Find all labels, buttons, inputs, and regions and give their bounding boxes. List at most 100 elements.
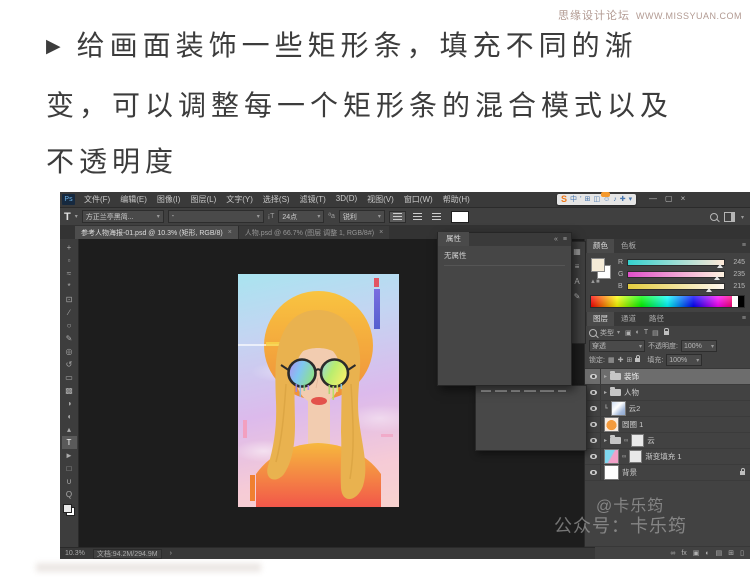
black-chip[interactable] [738,296,744,307]
character-panel-icon[interactable]: A [574,277,579,286]
layer-row[interactable]: ▸ ∞ 云 [585,433,750,449]
slider-track[interactable] [627,271,725,278]
lock-all-icon[interactable] [635,358,640,362]
menu-item[interactable]: 选择(S) [258,194,295,205]
workspace-panel-icon[interactable] [724,212,735,222]
add-mask-icon[interactable]: ▣ [693,549,700,557]
layer-name[interactable]: 背景 [622,467,637,478]
sogou-logo-icon[interactable]: S [561,195,567,204]
menu-item[interactable]: 编辑(E) [115,194,152,205]
filter-pixel-icon[interactable]: ▣ [625,329,632,337]
artwork-document[interactable] [238,274,399,507]
color-spectrum-ramp[interactable] [590,295,745,308]
menu-item[interactable]: 3D(D) [331,194,362,205]
search-icon[interactable] [710,213,718,221]
font-size-select[interactable]: 24点▾ [278,210,324,223]
eye-box[interactable] [587,385,601,400]
foreground-background-swatches[interactable] [63,504,75,516]
layer-name[interactable]: 云2 [629,403,641,414]
eye-box[interactable] [587,433,601,448]
tab-properties[interactable]: 属性 [438,232,469,246]
color-slider-B[interactable]: B215 [618,283,745,290]
skin-icon[interactable]: ▾ [629,196,633,203]
new-layer-icon[interactable]: ⊞ [728,549,734,557]
lock-position-icon[interactable]: ⊞ [626,356,632,364]
eye-box[interactable] [587,369,601,384]
menu-item[interactable]: 窗口(W) [399,194,438,205]
slider-thumb-icon[interactable] [714,276,720,280]
layer-thumbnail[interactable] [604,465,619,480]
restore-button[interactable]: ▢ [665,194,673,203]
brush-panel-icon[interactable]: ✎ [574,292,581,301]
layer-name[interactable]: 渐变填充 1 [645,451,681,462]
brush-tool[interactable]: ✎ [62,332,77,345]
slider-thumb-icon[interactable] [717,264,723,268]
layer-name[interactable]: 装饰 [624,371,639,382]
visibility-eye-icon[interactable] [590,438,597,443]
filter-shape-icon[interactable]: ▤ [652,329,659,337]
tab-paths[interactable]: 路径 [643,312,670,326]
layer-row[interactable]: ▸ 人物 [585,385,750,401]
gradient-tool[interactable]: ▩ [62,384,77,397]
eye-box[interactable] [587,401,601,416]
marquee-tool[interactable]: ▫ [62,254,77,267]
fill-select[interactable]: 100%▾ [666,354,702,366]
layer-name[interactable]: 人物 [624,387,639,398]
lock-transparent-icon[interactable]: ▦ [608,356,615,364]
dodge-tool[interactable]: ◖ [62,410,77,423]
expand-caret-icon[interactable]: ▸ [604,437,607,444]
pen-tool[interactable]: ▴ [62,423,77,436]
expand-caret-icon[interactable]: ▸ [604,373,607,380]
panel-menu-icon[interactable]: ≡ [742,242,746,249]
punctuation-icon[interactable]: ’ [580,196,582,203]
eye-box[interactable] [587,465,601,480]
menu-item[interactable]: 文件(F) [79,194,115,205]
keyboard-icon[interactable]: ⊞ [585,196,591,203]
toolbox-icon[interactable]: ✚ [620,196,626,203]
tab-close-icon[interactable]: × [228,229,232,236]
layer-thumbnail[interactable] [611,401,626,416]
tab-channels[interactable]: 通道 [615,312,642,326]
close-button[interactable]: × [681,194,686,203]
font-family-select[interactable]: 方正兰亭黑简...▾ [82,210,164,223]
opacity-select[interactable]: 100%▾ [681,340,717,352]
move-tool[interactable]: + [62,241,77,254]
menu-item[interactable]: 图层(L) [185,194,221,205]
visibility-eye-icon[interactable] [590,406,597,411]
document-tab-inactive[interactable]: 人物.psd @ 66.7% (图层 调整 1, RGB/8#)× [238,226,389,239]
visibility-eye-icon[interactable] [590,454,597,459]
font-style-select[interactable]: -▾ [168,210,264,223]
slider-thumb-icon[interactable] [706,288,712,292]
styles-panel-icon[interactable]: ≡ [575,262,580,271]
new-group-icon[interactable]: ▤ [716,549,723,557]
lasso-tool[interactable]: ≈ [62,267,77,280]
voice-icon[interactable]: ♪ [613,196,617,203]
menu-item[interactable]: 视图(V) [362,194,399,205]
tab-color[interactable]: 颜色 [587,239,614,253]
tab-swatches[interactable]: 色板 [615,239,642,253]
menu-item[interactable]: 帮助(H) [438,194,475,205]
layer-row[interactable]: 圆圈 1 [585,417,750,433]
layer-name[interactable]: 圆圈 1 [622,419,643,430]
blur-tool[interactable]: ◑ [62,397,77,410]
layer-row[interactable]: ┗云2 [585,401,750,417]
document-tab-active[interactable]: 参考人物海报-01.psd @ 10.3% (矩形, RGB/8)× [75,226,238,239]
foreground-color-swatch[interactable] [591,258,605,272]
mask-link-icon[interactable]: ∞ [624,438,628,444]
expand-caret-icon[interactable]: ▸ [604,389,607,396]
layer-name[interactable]: 云 [647,435,655,446]
lock-pixels-icon[interactable]: ✚ [618,356,624,364]
type-tool[interactable]: T [62,436,77,449]
collapse-panel-icon[interactable]: « [554,236,558,243]
align-right-button[interactable] [429,211,444,223]
tab-layers[interactable]: 图层 [587,312,614,326]
tab-close-icon[interactable]: × [379,229,383,236]
blend-mode-select[interactable]: 穿透▾ [589,340,645,352]
color-swatch-pair[interactable]: ▲■ [590,257,612,281]
eyedropper-tool[interactable]: ∕ [62,306,77,319]
layer-thumbnail[interactable] [604,449,619,464]
crop-tool[interactable]: ⊡ [62,293,77,306]
eye-box[interactable] [587,417,601,432]
layer-row[interactable]: 背景 [585,465,750,481]
layer-mask-thumbnail[interactable] [629,450,642,463]
